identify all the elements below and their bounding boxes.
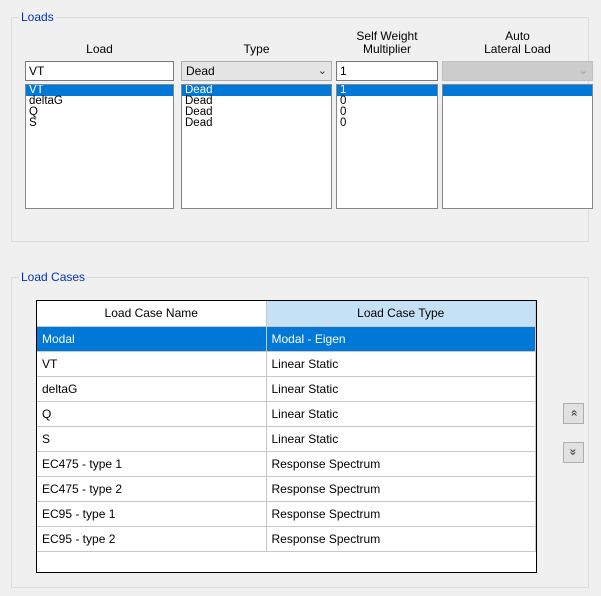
table-row[interactable]: EC475 - type 2 Response Spectrum	[37, 476, 536, 502]
list-item[interactable]	[443, 118, 592, 129]
self-weight-header-line2: Multiplier	[362, 42, 411, 56]
load-case-name-cell[interactable]: deltaG	[37, 376, 267, 402]
list-item[interactable]	[443, 107, 592, 118]
loads-group-title: Loads	[19, 10, 56, 24]
load-type-dropdown[interactable]: Dead ⌄	[181, 61, 332, 81]
load-case-name-cell[interactable]: VT	[37, 351, 267, 377]
load-case-name-cell[interactable]: Modal	[37, 326, 267, 352]
list-item[interactable]	[443, 96, 592, 107]
move-up-button[interactable]: »	[563, 403, 584, 424]
table-row[interactable]: Modal Modal - Eigen	[37, 326, 536, 352]
list-item[interactable]: 0	[337, 95, 437, 107]
load-case-name-header[interactable]: Load Case Name	[37, 301, 267, 327]
load-column-header: Load	[86, 42, 113, 56]
table-row[interactable]: Q Linear Static	[37, 401, 536, 427]
load-case-name-cell[interactable]: EC95 - type 1	[37, 501, 267, 527]
load-type-value: Dead	[186, 64, 215, 78]
load-case-type-cell[interactable]: Response Spectrum	[266, 451, 536, 477]
load-cases-header-row: Load Case Name Load Case Type	[37, 301, 536, 327]
self-weight-list[interactable]: 1000	[336, 84, 438, 209]
auto-lateral-dropdown: ⌄	[442, 61, 593, 81]
table-row[interactable]: S Linear Static	[37, 426, 536, 452]
self-weight-input[interactable]: 1	[336, 61, 438, 81]
load-case-type-cell[interactable]: Linear Static	[266, 426, 536, 452]
table-row[interactable]: deltaG Linear Static	[37, 376, 536, 402]
load-case-type-cell[interactable]: Linear Static	[266, 376, 536, 402]
load-case-type-cell[interactable]: Response Spectrum	[266, 476, 536, 502]
load-case-type-cell[interactable]: Linear Static	[266, 401, 536, 427]
load-name-input[interactable]: VT	[25, 61, 174, 81]
chevron-down-icon: ⌄	[578, 65, 588, 77]
load-case-type-cell[interactable]: Response Spectrum	[266, 526, 536, 552]
list-item[interactable]	[443, 85, 592, 96]
load-type-list[interactable]: Dead Dead Dead Dead	[181, 84, 332, 209]
list-item[interactable]: deltaG	[26, 95, 173, 107]
load-cases-table[interactable]: Load Case Name Load Case Type Modal Modal…	[36, 300, 537, 573]
table-row[interactable]: EC475 - type 1 Response Spectrum	[37, 451, 536, 477]
double-chevron-up-icon: »	[566, 409, 581, 417]
load-case-name-cell[interactable]: Q	[37, 401, 267, 427]
auto-lateral-list[interactable]	[442, 84, 593, 209]
list-item[interactable]: Q	[26, 106, 173, 118]
self-weight-column-header: Self Weight Multiplier	[336, 30, 438, 56]
load-cases-group-title: Load Cases	[19, 270, 88, 284]
table-row[interactable]: VT Linear Static	[37, 351, 536, 377]
double-chevron-down-icon: »	[566, 448, 581, 456]
list-item[interactable]: Dead	[182, 117, 331, 129]
table-row[interactable]: EC95 - type 2 Response Spectrum	[37, 526, 536, 552]
load-case-type-cell[interactable]: Modal - Eigen	[266, 326, 536, 352]
table-row[interactable]: EC95 - type 1 Response Spectrum	[37, 501, 536, 527]
chevron-down-icon: ⌄	[317, 65, 327, 77]
list-item[interactable]: 0	[337, 106, 437, 118]
auto-lateral-column-header: Auto Lateral Load	[442, 30, 593, 56]
auto-lateral-header-line2: Lateral Load	[484, 42, 551, 56]
list-item[interactable]: 1	[337, 85, 437, 96]
list-item[interactable]: S	[26, 117, 173, 129]
list-item[interactable]: 0	[337, 117, 437, 129]
load-name-list[interactable]: VT deltaG Q S	[25, 84, 174, 209]
load-case-type-cell[interactable]: Response Spectrum	[266, 501, 536, 527]
type-column-header: Type	[243, 42, 270, 56]
move-down-button[interactable]: »	[563, 442, 584, 463]
load-case-type-cell[interactable]: Linear Static	[266, 351, 536, 377]
load-case-name-cell[interactable]: EC475 - type 2	[37, 476, 267, 502]
load-case-name-cell[interactable]: S	[37, 426, 267, 452]
load-case-name-cell[interactable]: EC95 - type 2	[37, 526, 267, 552]
load-case-name-cell[interactable]: EC475 - type 1	[37, 451, 267, 477]
load-case-type-header[interactable]: Load Case Type	[266, 301, 536, 327]
